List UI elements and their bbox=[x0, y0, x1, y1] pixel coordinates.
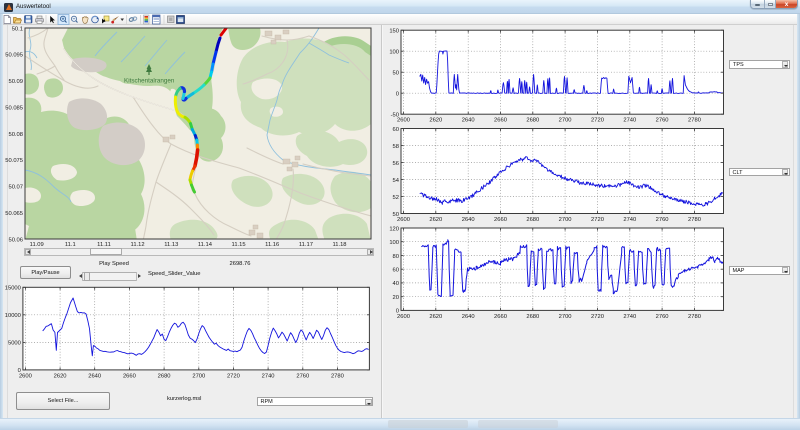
svg-text:15000: 15000 bbox=[5, 286, 21, 292]
svg-text:2680: 2680 bbox=[158, 373, 171, 379]
svg-text:40: 40 bbox=[393, 281, 399, 287]
svg-text:2700: 2700 bbox=[559, 217, 572, 223]
svg-text:50.065: 50.065 bbox=[5, 211, 23, 217]
svg-text:2620: 2620 bbox=[54, 373, 67, 379]
svg-text:2720: 2720 bbox=[591, 217, 604, 223]
svg-text:50.08: 50.08 bbox=[8, 132, 23, 138]
svg-text:20: 20 bbox=[393, 295, 399, 301]
svg-text:2720: 2720 bbox=[591, 314, 604, 320]
svg-text:56: 56 bbox=[393, 161, 399, 167]
svg-text:80: 80 bbox=[393, 254, 399, 260]
svg-text:100: 100 bbox=[389, 50, 399, 56]
svg-text:50.06: 50.06 bbox=[8, 237, 23, 243]
svg-text:2700: 2700 bbox=[559, 118, 572, 124]
svg-text:58: 58 bbox=[393, 144, 399, 150]
svg-text:120: 120 bbox=[389, 226, 399, 232]
svg-text:2660: 2660 bbox=[494, 217, 507, 223]
svg-text:2620: 2620 bbox=[429, 314, 442, 320]
svg-text:50: 50 bbox=[393, 71, 399, 77]
svg-text:2700: 2700 bbox=[559, 314, 572, 320]
svg-text:2780: 2780 bbox=[688, 118, 701, 124]
svg-text:2740: 2740 bbox=[623, 118, 636, 124]
svg-text:2640: 2640 bbox=[462, 217, 475, 223]
svg-text:2600: 2600 bbox=[397, 118, 410, 124]
svg-text:2660: 2660 bbox=[494, 314, 507, 320]
svg-text:2640: 2640 bbox=[462, 314, 475, 320]
svg-text:2680: 2680 bbox=[526, 314, 539, 320]
svg-text:100: 100 bbox=[389, 240, 399, 246]
svg-text:60: 60 bbox=[393, 268, 399, 274]
svg-text:50.095: 50.095 bbox=[5, 53, 23, 59]
svg-text:50.07: 50.07 bbox=[8, 185, 23, 191]
svg-text:50.1: 50.1 bbox=[12, 26, 23, 32]
svg-text:2700: 2700 bbox=[192, 373, 205, 379]
svg-text:50.075: 50.075 bbox=[5, 158, 23, 164]
svg-text:2640: 2640 bbox=[462, 118, 475, 124]
svg-text:2660: 2660 bbox=[123, 373, 136, 379]
svg-text:50.09: 50.09 bbox=[8, 79, 23, 85]
svg-text:150: 150 bbox=[389, 29, 399, 35]
svg-text:10000: 10000 bbox=[5, 313, 21, 319]
svg-text:2720: 2720 bbox=[227, 373, 240, 379]
svg-text:2780: 2780 bbox=[688, 314, 701, 320]
svg-text:2740: 2740 bbox=[623, 217, 636, 223]
svg-text:2780: 2780 bbox=[688, 217, 701, 223]
svg-text:2740: 2740 bbox=[623, 314, 636, 320]
svg-text:Kitschentalrangen: Kitschentalrangen bbox=[124, 78, 175, 85]
svg-text:2740: 2740 bbox=[262, 373, 275, 379]
svg-text:60: 60 bbox=[393, 127, 399, 133]
svg-text:2720: 2720 bbox=[591, 118, 604, 124]
svg-text:2760: 2760 bbox=[656, 217, 669, 223]
svg-text:2620: 2620 bbox=[429, 118, 442, 124]
svg-text:2760: 2760 bbox=[656, 118, 669, 124]
svg-text:2640: 2640 bbox=[88, 373, 101, 379]
svg-text:2760: 2760 bbox=[296, 373, 309, 379]
svg-text:54: 54 bbox=[393, 178, 400, 184]
svg-text:2620: 2620 bbox=[429, 217, 442, 223]
svg-text:0: 0 bbox=[396, 92, 399, 98]
svg-text:2600: 2600 bbox=[397, 217, 410, 223]
svg-text:52: 52 bbox=[393, 195, 399, 201]
svg-text:2680: 2680 bbox=[526, 118, 539, 124]
svg-text:2600: 2600 bbox=[397, 314, 410, 320]
svg-text:50.085: 50.085 bbox=[5, 105, 23, 111]
svg-text:2780: 2780 bbox=[331, 373, 344, 379]
svg-text:2600: 2600 bbox=[19, 373, 32, 379]
svg-text:5000: 5000 bbox=[8, 341, 21, 347]
svg-text:2760: 2760 bbox=[656, 314, 669, 320]
svg-text:2680: 2680 bbox=[526, 217, 539, 223]
svg-text:2660: 2660 bbox=[494, 118, 507, 124]
